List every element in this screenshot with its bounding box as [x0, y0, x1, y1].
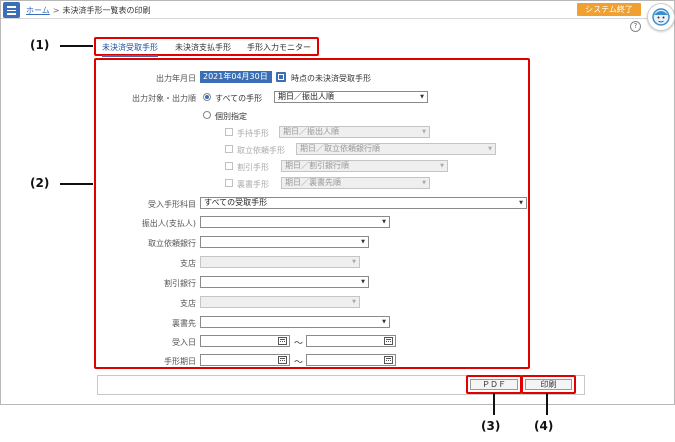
collection-notes-label: 取立依頼手形 — [237, 146, 285, 155]
branch2-select[interactable]: ▼ — [200, 296, 360, 308]
callout-4: (4) — [534, 419, 554, 433]
individual-label: 個別指定 — [215, 112, 247, 121]
collection-notes-checkbox[interactable] — [225, 145, 233, 153]
callout-1: (1) — [30, 38, 50, 52]
calendar-icon[interactable] — [278, 356, 287, 364]
endorsee-label: 裏書先 — [172, 319, 196, 328]
received-range-tilde: ～ — [294, 339, 304, 349]
callout-4-line — [546, 393, 548, 415]
breadcrumb-separator: > — [52, 6, 60, 15]
tab-receivable-notes[interactable]: 未決済受取手形 — [102, 42, 158, 57]
received-date-label: 受入日 — [172, 338, 196, 347]
discounted-notes-select[interactable]: 期日／割引銀行順 ▼ — [281, 160, 448, 172]
chevron-down-icon: ▼ — [420, 94, 424, 100]
print-button[interactable]: 印刷 — [525, 379, 572, 390]
pdf-button[interactable]: ＰＤＦ — [470, 379, 518, 390]
endorsed-notes-label: 裏書手形 — [237, 180, 269, 189]
on-hand-notes-checkbox[interactable] — [225, 128, 233, 136]
endorsed-notes-checkbox[interactable] — [225, 179, 233, 187]
chevron-down-icon: ▼ — [488, 146, 492, 152]
due-to-field[interactable] — [306, 354, 396, 366]
collection-notes-select[interactable]: 期日／取立依頼銀行順 ▼ — [296, 143, 496, 155]
calendar-icon[interactable] — [384, 337, 393, 345]
chevron-down-icon: ▼ — [440, 163, 444, 169]
app-window: ホーム > 未決済手形一覧表の印刷 システム終了 ? 未決済受取手形 未決済支払手形… — [0, 0, 675, 405]
chevron-down-icon: ▼ — [352, 259, 356, 265]
tab-payable-notes[interactable]: 未決済支払手形 — [175, 42, 231, 53]
chevron-down-icon: ▼ — [519, 200, 523, 206]
form-panel: 出力年月日 2021年04月30日 時点の未決済受取手形 出力対象・出力順 すべ… — [94, 58, 530, 369]
chevron-down-icon: ▼ — [422, 129, 426, 135]
branch1-label: 支店 — [180, 259, 196, 268]
drawer-label: 振出人(支払人) — [141, 219, 196, 228]
tab-note-entry-monitor[interactable]: 手形入力モニター — [247, 42, 311, 53]
chevron-down-icon: ▼ — [352, 299, 356, 305]
print-button-highlight: 印刷 — [521, 375, 576, 394]
branch2-label: 支店 — [180, 299, 196, 308]
chevron-down-icon: ▼ — [361, 279, 365, 285]
discount-bank-select[interactable]: ▼ — [200, 276, 369, 288]
discounted-notes-value: 期日／割引銀行順 — [285, 161, 349, 170]
menu-icon[interactable] — [3, 2, 20, 18]
account-select[interactable]: すべての受取手形 ▼ — [200, 197, 527, 209]
callout-2-line — [60, 183, 93, 185]
tab-bar: 未決済受取手形 未決済支払手形 手形入力モニター — [94, 37, 319, 57]
page-title: 未決済手形一覧表の印刷 — [62, 6, 151, 15]
collect-bank-label: 取立依頼銀行 — [148, 239, 196, 248]
chevron-down-icon: ▼ — [422, 180, 426, 186]
discounted-notes-checkbox[interactable] — [225, 162, 233, 170]
output-date-field[interactable]: 2021年04月30日 — [200, 71, 272, 83]
calendar-icon[interactable] — [276, 72, 286, 82]
chevron-down-icon: ▼ — [382, 319, 386, 325]
output-date-value: 2021年04月30日 — [201, 72, 271, 82]
account-label: 受入手形科目 — [148, 200, 196, 209]
endorsee-select[interactable]: ▼ — [200, 316, 390, 328]
discount-bank-label: 割引銀行 — [164, 279, 196, 288]
callout-3-line — [493, 393, 495, 415]
all-notes-order-select[interactable]: 期日／振出人順 ▼ — [274, 91, 428, 103]
assistant-avatar-icon[interactable] — [647, 3, 675, 31]
individual-radio[interactable] — [203, 111, 211, 119]
due-from-field[interactable] — [200, 354, 290, 366]
breadcrumb: ホーム > 未決済手形一覧表の印刷 — [26, 5, 150, 16]
output-date-label: 出力年月日 — [156, 74, 196, 83]
due-range-tilde: ～ — [294, 358, 304, 368]
endorsed-notes-value: 期日／裏書先順 — [285, 178, 341, 187]
all-notes-radio[interactable] — [203, 93, 211, 101]
all-notes-label: すべての手形 — [215, 94, 263, 103]
help-icon[interactable]: ? — [630, 21, 641, 32]
target-order-label: 出力対象・出力順 — [132, 94, 196, 103]
callout-2: (2) — [30, 176, 50, 190]
collect-bank-select[interactable]: ▼ — [200, 236, 369, 248]
account-value: すべての受取手形 — [204, 198, 268, 207]
endorsed-notes-select[interactable]: 期日／裏書先順 ▼ — [281, 177, 430, 189]
on-hand-notes-select[interactable]: 期日／振出人順 ▼ — [279, 126, 430, 138]
discounted-notes-label: 割引手形 — [237, 163, 269, 172]
received-to-field[interactable] — [306, 335, 396, 347]
received-from-field[interactable] — [200, 335, 290, 347]
top-bar: ホーム > 未決済手形一覧表の印刷 システム終了 — [1, 1, 674, 19]
collection-notes-value: 期日／取立依頼銀行順 — [300, 144, 380, 153]
callout-1-line — [60, 45, 93, 47]
on-hand-notes-label: 手持手形 — [237, 129, 269, 138]
on-hand-notes-value: 期日／振出人順 — [283, 127, 339, 136]
pdf-button-highlight: ＰＤＦ — [466, 375, 522, 394]
all-notes-order-value: 期日／振出人順 — [278, 92, 334, 101]
chevron-down-icon: ▼ — [382, 219, 386, 225]
calendar-icon[interactable] — [384, 356, 393, 364]
output-date-suffix: 時点の未決済受取手形 — [291, 74, 371, 83]
branch1-select[interactable]: ▼ — [200, 256, 360, 268]
chevron-down-icon: ▼ — [361, 239, 365, 245]
calendar-icon[interactable] — [278, 337, 287, 345]
system-end-button[interactable]: システム終了 — [577, 3, 641, 16]
drawer-select[interactable]: ▼ — [200, 216, 390, 228]
callout-3: (3) — [481, 419, 501, 433]
due-date-label: 手形期日 — [164, 357, 196, 366]
breadcrumb-home-link[interactable]: ホーム — [26, 6, 50, 15]
